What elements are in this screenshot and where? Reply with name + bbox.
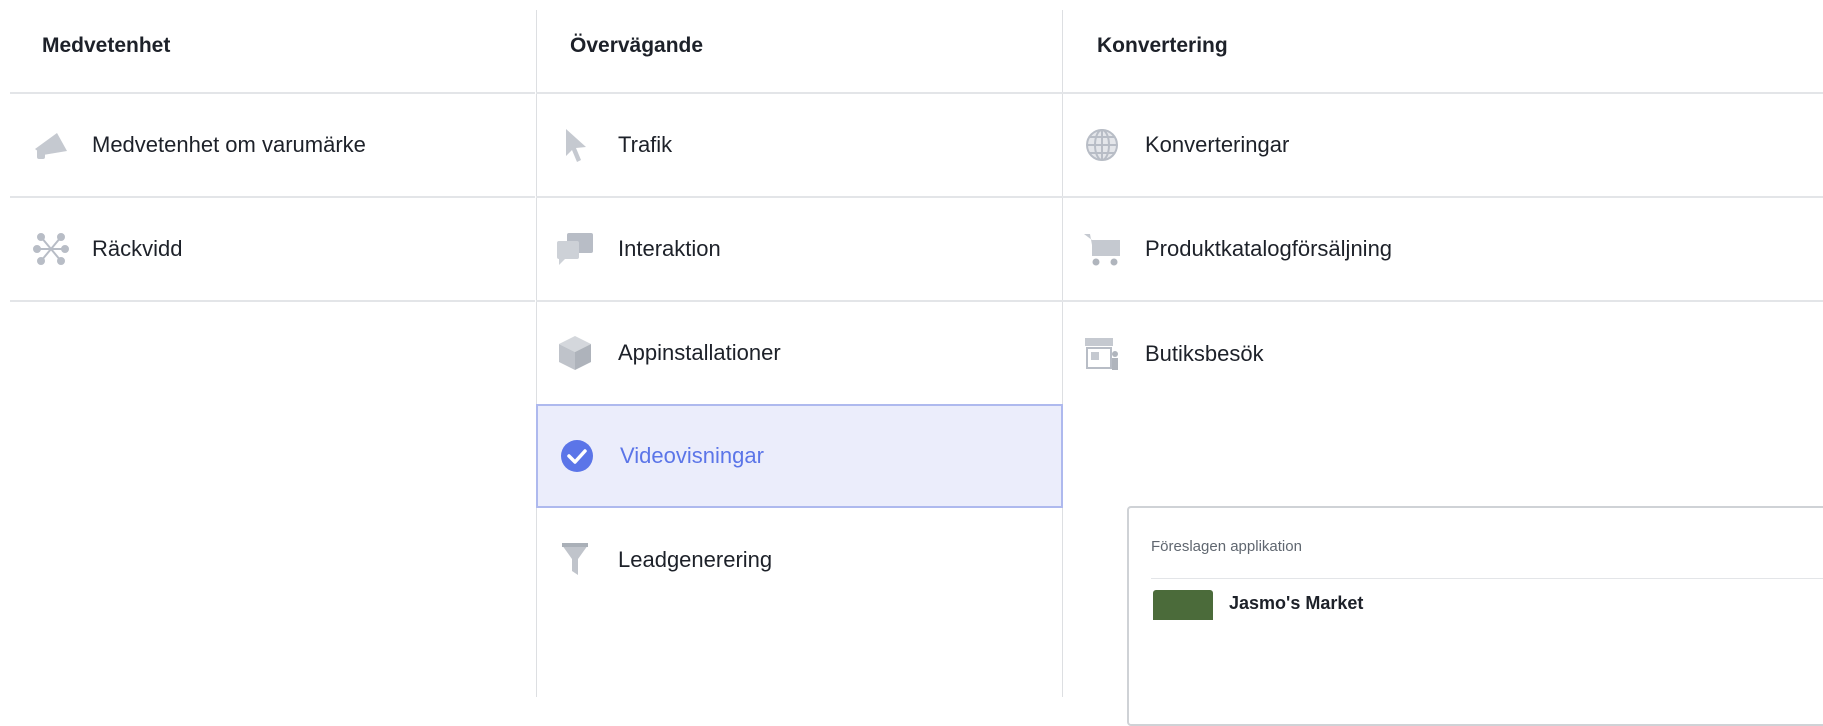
objective-engagement[interactable]: Interaktion [536, 198, 1063, 302]
suggested-app-name[interactable]: Jasmo's Market [1229, 593, 1363, 614]
funnel-icon [554, 539, 596, 581]
chat-bubbles-icon [554, 228, 596, 270]
objective-label: Leadgenerering [618, 547, 773, 572]
divider [1151, 578, 1823, 579]
objective-label: Butiksbesök [1145, 341, 1264, 366]
objective-label: Trafik [618, 132, 673, 157]
objective-catalog-sales[interactable]: Produktkatalogförsäljning [1063, 198, 1823, 302]
column-header-awareness: Medvetenhet [10, 0, 535, 94]
objective-app-installs[interactable]: Appinstallationer [536, 302, 1063, 406]
objective-label: Appinstallationer [618, 340, 781, 365]
column-conversion: Konvertering Konverteringar Produktkatal… [1063, 0, 1823, 406]
suggested-app-panel: Föreslagen applikation Jasmo's Market [1127, 506, 1823, 726]
megaphone-icon [30, 124, 72, 166]
store-icon [1081, 333, 1123, 375]
objective-conversions[interactable]: Konverteringar [1063, 94, 1823, 198]
objective-lead-generation[interactable]: Leadgenerering [536, 508, 1063, 612]
checkmark-circle-icon [556, 435, 598, 477]
box-icon [554, 332, 596, 374]
objective-label: Konverteringar [1145, 132, 1290, 157]
app-thumbnail[interactable] [1153, 590, 1213, 620]
objective-traffic[interactable]: Trafik [536, 94, 1063, 198]
objective-store-visits[interactable]: Butiksbesök [1063, 302, 1823, 406]
cart-icon [1081, 228, 1123, 270]
objective-label: Videovisningar [620, 443, 764, 468]
objective-label: Medvetenhet om varumärke [92, 132, 366, 157]
objective-label: Interaktion [618, 236, 721, 261]
column-header-consideration: Övervägande [536, 0, 1063, 94]
objective-label: Räckvidd [92, 236, 183, 261]
globe-icon [1081, 124, 1123, 166]
objective-reach[interactable]: Räckvidd [10, 198, 535, 302]
objective-brand-awareness[interactable]: Medvetenhet om varumärke [10, 94, 535, 198]
objective-label: Produktkatalogförsäljning [1145, 236, 1393, 261]
column-header-conversion: Konvertering [1063, 0, 1823, 94]
suggested-app-title: Föreslagen applikation [1151, 538, 1302, 555]
cursor-icon [554, 124, 596, 166]
column-awareness: Medvetenhet Medvetenhet om varumärke Räc… [10, 0, 535, 302]
reach-icon [30, 228, 72, 270]
column-consideration: Övervägande Trafik Interaktion Appinstal… [536, 0, 1063, 612]
objective-video-views[interactable]: Videovisningar [536, 404, 1063, 508]
